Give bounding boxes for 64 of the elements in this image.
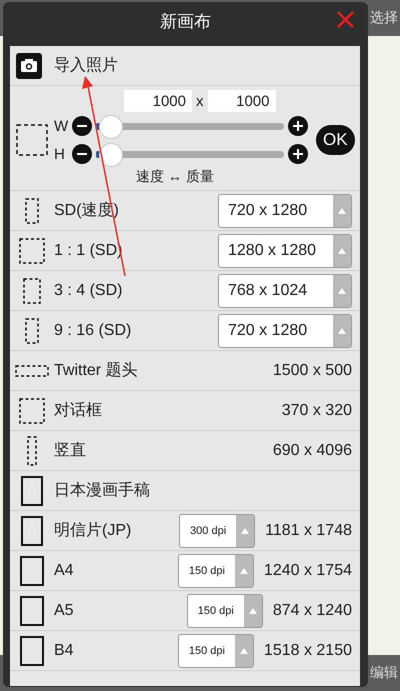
ok-button[interactable]: OK	[316, 125, 355, 155]
dpi-dropdown[interactable]: 150 dpi	[178, 634, 254, 668]
frame-icon	[20, 556, 44, 586]
preset-name[interactable]: 竖直	[54, 440, 263, 461]
dashed-frame-icon	[25, 198, 39, 224]
dashed-frame-icon	[15, 364, 49, 376]
width-field[interactable]: 1000	[124, 90, 192, 112]
preset-name[interactable]: A5	[54, 602, 187, 620]
preset-name[interactable]: 明信片(JP)	[54, 520, 180, 541]
preset-name[interactable]: A4	[54, 562, 178, 580]
preset-name[interactable]: 3 : 4 (SD)	[54, 282, 218, 300]
canvas-size: 1181 x 1748	[265, 522, 352, 540]
triangle-up-icon	[241, 528, 250, 534]
triangle-up-icon	[240, 568, 248, 574]
preset-name[interactable]: 对话框	[54, 400, 272, 421]
canvas-size: 690 x 4096	[272, 442, 352, 460]
plus-icon	[288, 116, 308, 136]
triangle-up-icon	[338, 208, 346, 214]
dialog-title: 新画布	[160, 10, 211, 32]
minus-icon	[72, 116, 92, 136]
canvas-size: 1518 x 2150	[264, 642, 352, 660]
triangle-up-icon	[240, 648, 248, 654]
minus-icon	[72, 144, 92, 164]
slider-label: H	[54, 146, 66, 162]
dashed-frame-icon	[27, 436, 37, 466]
quality-hint: 速度 ↔ 质量	[135, 168, 215, 186]
select-link[interactable]: 选择	[370, 9, 398, 27]
triangle-up-icon	[338, 248, 346, 254]
slider-thumb[interactable]	[99, 114, 124, 138]
preset-name[interactable]: Twitter 题头	[54, 360, 263, 381]
dashed-frame-icon	[19, 398, 45, 424]
canvas-size: 1500 x 500	[272, 362, 352, 380]
plus-icon	[288, 144, 308, 164]
dpi-dropdown[interactable]: 300 dpi	[179, 514, 256, 548]
dashed-frame-icon	[23, 278, 41, 304]
size-dropdown[interactable]: 1280 x 1280	[218, 234, 352, 268]
size-dropdown[interactable]: 720 x 1280	[218, 314, 352, 348]
triangle-up-icon	[338, 288, 346, 294]
frame-icon	[20, 596, 44, 626]
frame-icon	[21, 516, 43, 546]
times-label: x	[196, 92, 204, 110]
canvas-size: 874 x 1240	[272, 602, 352, 620]
camera-icon	[16, 52, 42, 78]
dashed-frame-icon	[19, 238, 45, 264]
import-photo-label[interactable]: 导入照片	[54, 55, 118, 76]
dashed-frame-icon	[25, 318, 39, 344]
preset-name[interactable]: B4	[54, 642, 178, 660]
edit-link[interactable]: 编辑	[370, 664, 398, 682]
triangle-up-icon	[248, 608, 257, 614]
triangle-up-icon	[338, 328, 346, 334]
dpi-dropdown[interactable]: 150 dpi	[186, 594, 263, 628]
preset-name[interactable]: 日本漫画手稿	[54, 480, 352, 501]
preset-name[interactable]: 9 : 16 (SD)	[54, 322, 218, 340]
size-dropdown[interactable]: 720 x 1280	[218, 194, 352, 228]
slider-thumb[interactable]	[99, 142, 124, 166]
frame-icon	[20, 636, 44, 666]
frame-icon	[21, 476, 43, 506]
height-field[interactable]: 1000	[208, 90, 276, 112]
canvas-size: 1240 x 1754	[264, 562, 352, 580]
dpi-dropdown[interactable]: 150 dpi	[178, 554, 254, 588]
slider-label: W	[54, 118, 68, 134]
size-dropdown[interactable]: 768 x 1024	[218, 274, 352, 308]
dashed-frame-icon	[16, 124, 48, 156]
canvas-size: 370 x 320	[282, 402, 352, 420]
